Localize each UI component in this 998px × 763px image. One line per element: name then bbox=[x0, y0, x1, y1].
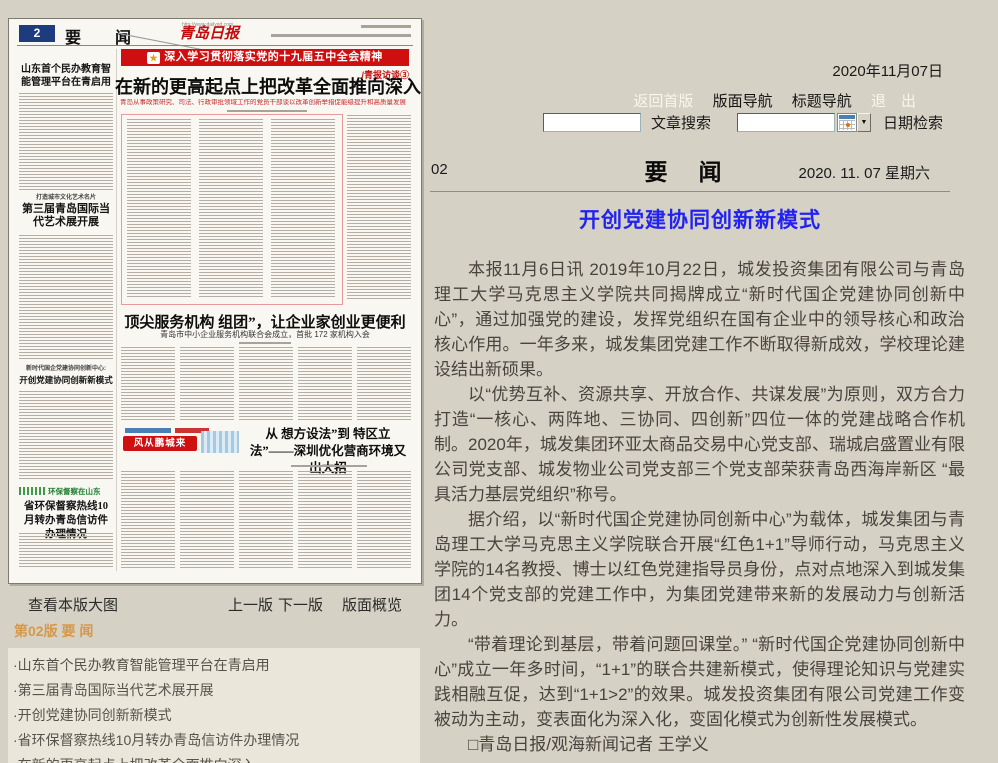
fake-text-column bbox=[357, 347, 411, 421]
article-list-item[interactable]: ·省环保督察热线10月转办青岛信访件办理情况 bbox=[8, 728, 420, 753]
article-body: 本报11月6日讯 2019年10月22日，城发投资集团有限公司与青岛理工大学马克… bbox=[434, 257, 965, 757]
paper-green-banner: 环保督察在山东 bbox=[19, 486, 113, 496]
chevron-down-icon: ▼ bbox=[857, 113, 871, 132]
fake-text-column bbox=[19, 235, 113, 361]
article-byline: □青岛日报/观海新闻记者 王学义 bbox=[434, 732, 965, 757]
fake-text-column bbox=[121, 471, 175, 568]
fake-text-column bbox=[239, 347, 293, 421]
nav-home-link[interactable]: 返回首版 bbox=[633, 93, 693, 110]
article-paragraph: 据介绍，以“新时代国企党建协同创新中心”为载体，城发集团与青岛理工大学马克思主义… bbox=[434, 507, 965, 632]
paper-shenzhen-banner: 风从鹏城来 bbox=[123, 436, 197, 451]
article-paragraph: 本报11月6日讯 2019年10月22日，城发投资集团有限公司与青岛理工大学马克… bbox=[434, 257, 965, 382]
date-search-input[interactable] bbox=[737, 113, 835, 132]
paper-subtitle-service-alliance: 青岛市中小企业服务机构联合会成立，首批 172 家机构入会 bbox=[119, 329, 411, 340]
fake-text-column bbox=[121, 347, 175, 421]
paper-headline-art-exhibition: 第三届青岛国际当代艺术展开展 bbox=[19, 203, 113, 229]
nav-title-navigation-link[interactable]: 标题导航 bbox=[792, 93, 852, 110]
fake-text-line bbox=[239, 342, 291, 344]
fake-text-line bbox=[361, 25, 411, 28]
fake-text-line bbox=[125, 428, 171, 433]
page-overview-link[interactable]: 版面概览 bbox=[342, 594, 402, 615]
article-link[interactable]: 第三届青岛国际当代艺术展开展 bbox=[18, 682, 214, 698]
paper-red-banner: 深入学习贯彻落实党的十九届五中全会精神 bbox=[121, 49, 409, 66]
newspaper-page-image[interactable]: 2 要 闻 青岛日报http://www.dailyqd.com 山东首个民办教… bbox=[8, 18, 422, 584]
paper-headline-party-building: 开创党建协同创新新模式 bbox=[19, 375, 113, 386]
fake-text-column bbox=[199, 119, 263, 297]
city-skyline-graphic bbox=[201, 431, 239, 453]
fake-text-column bbox=[239, 471, 293, 568]
page-number: 02 bbox=[431, 161, 448, 178]
masthead-url: http://www.dailyqd.com bbox=[182, 22, 233, 28]
date-search-label[interactable]: 日期检索 bbox=[883, 112, 943, 133]
fake-text-column bbox=[298, 471, 352, 568]
article-link[interactable]: 省环保督察热线10月转办青岛信访件办理情况 bbox=[18, 732, 300, 748]
article-search-input[interactable] bbox=[543, 113, 641, 132]
paper-headline-shenzhen-legislation: 从 想方设法”到 特区立法”——深圳优化营商环境又出大招 bbox=[245, 426, 411, 477]
divider bbox=[116, 49, 117, 571]
paper-headline-education-platform: 山东首个民办教育智能管理平台在青启用 bbox=[19, 63, 113, 89]
fake-text-column bbox=[180, 347, 234, 421]
party-emblem-icon bbox=[147, 52, 160, 64]
view-large-image-link[interactable]: 查看本版大图 bbox=[28, 594, 118, 615]
article-list: ·山东首个民办教育智能管理平台在青启用 ·第三届青岛国际当代艺术展开展 ·开创党… bbox=[8, 648, 420, 763]
article-list-item[interactable]: ·山东首个民办教育智能管理平台在青启用 bbox=[8, 653, 420, 678]
article-link[interactable]: 开创党建协同创新新模式 bbox=[18, 707, 172, 723]
paper-lead-subtitle: 青岛从事政策研究、司法、行政审批领域工作的党员干部谈以改革创新举措促能级提升和高… bbox=[117, 99, 409, 107]
article-list-item[interactable]: ·第三届青岛国际当代艺术展开展 bbox=[8, 678, 420, 703]
fake-text-column bbox=[357, 471, 411, 568]
fake-text-column bbox=[19, 533, 113, 569]
search-bar: 文章搜索 ▼ 日期检索 bbox=[543, 111, 943, 133]
grass-icon bbox=[19, 487, 45, 495]
prev-page-link[interactable]: 上一版 bbox=[228, 594, 273, 615]
fake-text-column bbox=[271, 119, 335, 297]
paper-page-number: 2 bbox=[19, 25, 55, 42]
nav-page-navigation-link[interactable]: 版面导航 bbox=[713, 93, 773, 110]
article-link[interactable]: 山东首个民办教育智能管理平台在青启用 bbox=[18, 657, 270, 673]
article-paragraph: 以“优势互补、资源共享、开放合作、共谋发展”为原则，双方合力打造“一核心、两阵地… bbox=[434, 382, 965, 507]
date-picker-button[interactable]: ▼ bbox=[837, 113, 871, 132]
fake-text-line bbox=[227, 110, 307, 112]
fake-text-line bbox=[291, 465, 367, 467]
nav-exit-link[interactable]: 退 出 bbox=[871, 93, 916, 110]
article-search-label[interactable]: 文章搜索 bbox=[651, 112, 711, 133]
calendar-icon bbox=[837, 113, 857, 132]
next-page-link[interactable]: 下一版 bbox=[278, 594, 323, 615]
fake-text-column bbox=[19, 93, 113, 191]
page-date: 2020. 11. 07 星期六 bbox=[799, 162, 930, 183]
current-date: 2020年11月07日 bbox=[832, 60, 943, 81]
article-title: 开创党建协同创新新模式 bbox=[435, 204, 965, 234]
section-title: 要 闻 bbox=[595, 153, 775, 187]
fake-text-column bbox=[180, 471, 234, 568]
divider bbox=[430, 191, 950, 192]
divider bbox=[17, 45, 413, 46]
article-link[interactable]: 在新的更高起点上把改革全面推向深入 bbox=[18, 757, 256, 763]
fake-text-column bbox=[298, 347, 352, 421]
fake-text-column bbox=[347, 115, 411, 301]
top-navigation: 返回首版 版面导航 标题导航 退 出 bbox=[618, 90, 916, 111]
article-paragraph: “带着理论到基层，带着问题回课堂。” “新时代国企党建协同创新中心”成立一年多时… bbox=[434, 632, 965, 732]
epaper-viewer: 2 要 闻 青岛日报http://www.dailyqd.com 山东首个民办教… bbox=[0, 0, 998, 763]
paper-lead-headline: 在新的更高起点上把改革全面推向深入 bbox=[115, 76, 413, 98]
fake-text-line bbox=[271, 34, 411, 37]
fake-text-column bbox=[127, 119, 191, 297]
article-list-item[interactable]: ·在新的更高起点上把改革全面推向深入 bbox=[8, 753, 420, 763]
article-list-item[interactable]: ·开创党建协同创新新模式 bbox=[8, 703, 420, 728]
fake-text-column bbox=[19, 391, 113, 481]
paper-kicker-art: 打造城市文化艺术名片 bbox=[19, 195, 113, 202]
section-list-header: 第02版 要 闻 bbox=[14, 621, 93, 641]
paper-kicker-party-center: 新时代国企党建协同创新中心: bbox=[19, 366, 113, 373]
